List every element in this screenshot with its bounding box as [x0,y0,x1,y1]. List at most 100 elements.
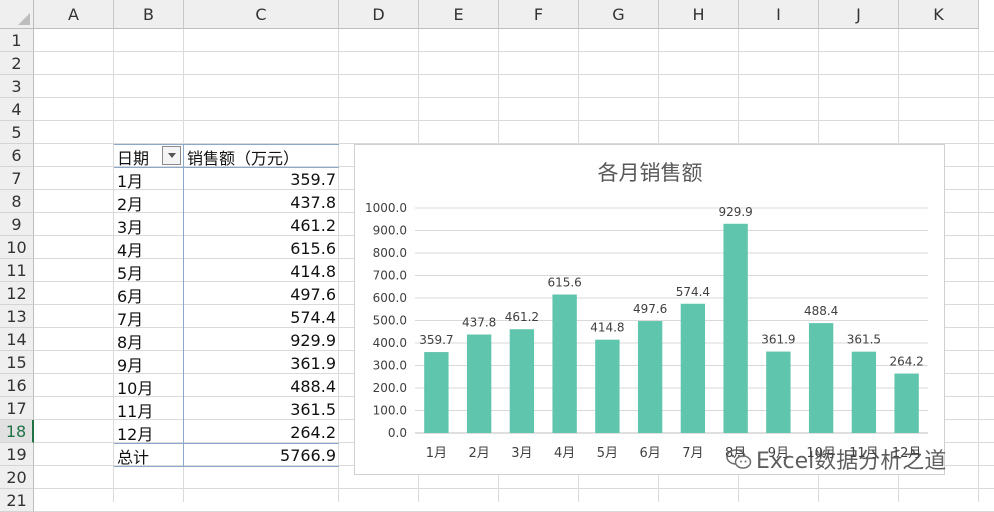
x-tick-label: 5月 [597,446,618,461]
row-header-10[interactable]: 10 [0,236,34,259]
y-tick-label: 1000.0 [365,201,407,215]
data-label: 414.8 [590,321,624,335]
chart-title: 各月销售额 [598,161,703,185]
column-header-e[interactable]: E [419,0,499,29]
y-tick-label: 600.0 [373,291,407,305]
data-label: 461.2 [505,310,539,324]
x-tick-label: 4月 [554,446,575,461]
bar-chart[interactable]: 各月销售额 0.0 100.0 200.0 300.0 400.0 500.0 600.0 7… [354,144,945,475]
bar [766,351,791,433]
row-header-9[interactable]: 9 [0,213,34,236]
row-header-19[interactable]: 19 [0,443,34,466]
pivot-header-date[interactable]: 日期 [114,145,162,168]
x-tick-label: 1月 [426,446,447,461]
chevron-down-icon [167,153,176,158]
bar [723,223,748,433]
pivot-row-label[interactable]: 1月 [114,168,184,191]
pivot-header-sales[interactable]: 销售额（万元） [184,145,339,168]
column-header-j[interactable]: J [819,0,899,29]
column-header-a[interactable]: A [34,0,114,29]
watermark-text: Excel数据分析之道 [756,449,947,474]
column-header-d[interactable]: D [339,0,419,29]
data-label: 929.9 [718,205,752,219]
data-label: 361.9 [761,333,795,347]
pivot-row-label[interactable]: 4月 [114,237,184,260]
column-header-k[interactable]: K [899,0,979,29]
x-tick-label: 3月 [511,446,532,461]
y-tick-label: 700.0 [373,269,407,283]
pivot-total-value[interactable]: 5766.9 [184,444,339,467]
pivot-row-value[interactable]: 461.2 [184,214,339,237]
y-tick-label: 100.0 [373,404,407,418]
row-header-14[interactable]: 14 [0,328,34,351]
row-header-8[interactable]: 8 [0,190,34,213]
row-header-5[interactable]: 5 [0,121,34,144]
y-tick-label: 300.0 [373,359,407,373]
pivot-row-value[interactable]: 929.9 [184,329,339,352]
y-tick-label: 900.0 [373,224,407,238]
row-header-15[interactable]: 15 [0,351,34,374]
row-header-6[interactable]: 6 [0,144,34,167]
pivot-row-value[interactable]: 574.4 [184,306,339,329]
pivot-row-value[interactable]: 361.9 [184,352,339,375]
row-header-13[interactable]: 13 [0,305,34,328]
y-tick-label: 400.0 [373,336,407,350]
row-header-18[interactable]: 18 [0,420,34,443]
data-label: 361.5 [847,333,881,347]
pivot-row-label[interactable]: 12月 [114,421,184,444]
filter-dropdown-button[interactable] [162,146,181,165]
bar [851,351,877,433]
pivot-row-label[interactable]: 9月 [114,352,184,375]
pivot-total-label[interactable]: 总计 [114,444,184,467]
pivot-row-label[interactable]: 2月 [114,191,184,214]
pivot-row-value[interactable]: 437.8 [184,191,339,214]
bar [424,352,449,433]
y-tick-label: 800.0 [373,246,407,260]
row-header-12[interactable]: 12 [0,282,34,305]
x-tick-label: 7月 [682,446,703,461]
wechat-icon [726,449,752,469]
pivot-row-label[interactable]: 11月 [114,398,184,421]
row-header-17[interactable]: 17 [0,397,34,420]
row-header-21[interactable]: 21 [0,489,34,512]
bar [466,334,492,433]
pivot-row-value[interactable]: 264.2 [184,421,339,444]
pivot-row-value[interactable]: 615.6 [184,237,339,260]
data-label: 497.6 [633,302,667,316]
pivot-row-value[interactable]: 497.6 [184,283,339,306]
row-header-16[interactable]: 16 [0,374,34,397]
data-label: 615.6 [547,275,581,289]
row-header-3[interactable]: 3 [0,75,34,98]
pivot-row-label[interactable]: 8月 [114,329,184,352]
pivot-row-value[interactable]: 414.8 [184,260,339,283]
data-label: 437.8 [462,315,496,329]
row-header-7[interactable]: 7 [0,167,34,190]
row-header-20[interactable]: 20 [0,466,34,489]
select-all-corner[interactable] [0,0,34,29]
y-tick-label: 500.0 [373,314,407,328]
data-label: 488.4 [804,304,838,318]
pivot-row-value[interactable]: 359.7 [184,168,339,191]
pivot-row-value[interactable]: 488.4 [184,375,339,398]
column-header-f[interactable]: F [499,0,579,29]
pivot-row-label[interactable]: 10月 [114,375,184,398]
pivot-row-label[interactable]: 5月 [114,260,184,283]
column-header-g[interactable]: G [579,0,659,29]
pivot-row-label[interactable]: 3月 [114,214,184,237]
row-header-4[interactable]: 4 [0,98,34,121]
bar [680,303,706,433]
row-header-1[interactable]: 1 [0,29,34,52]
row-header-11[interactable]: 11 [0,259,34,282]
data-label: 574.4 [676,285,710,299]
column-header-c[interactable]: C [184,0,339,29]
column-header-b[interactable]: B [114,0,184,29]
column-header-h[interactable]: H [659,0,739,29]
data-label: 359.7 [419,333,453,347]
x-tick-label: 2月 [468,446,489,461]
row-header-2[interactable]: 2 [0,52,34,75]
pivot-row-label[interactable]: 7月 [114,306,184,329]
pivot-row-label[interactable]: 6月 [114,283,184,306]
bar [637,321,663,433]
pivot-row-value[interactable]: 361.5 [184,398,339,421]
column-header-i[interactable]: I [739,0,819,29]
